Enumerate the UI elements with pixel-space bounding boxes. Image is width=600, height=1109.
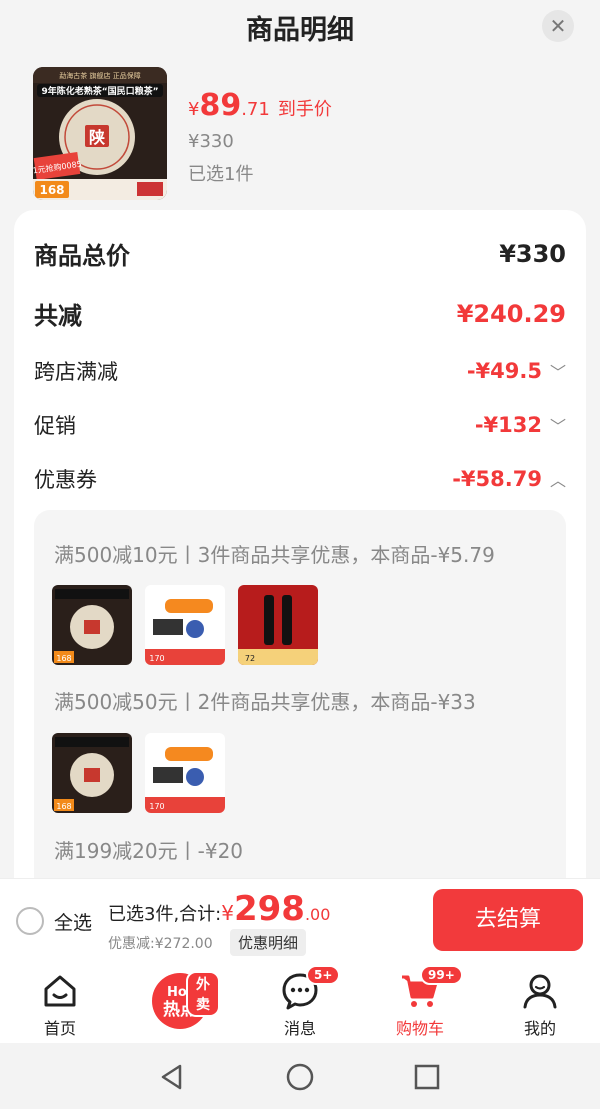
cross-store-discount-value: -¥49.5 — [466, 359, 542, 383]
tab-label: 首页 — [43, 1019, 76, 1038]
takeout-badge: 外卖 — [186, 971, 220, 1017]
system-nav-bar — [0, 1043, 600, 1109]
tab-cart[interactable]: 99+ 购物车 — [380, 965, 463, 1039]
total-reduce-value: ¥240.29 — [456, 299, 566, 328]
tab-label: 消息 — [283, 1019, 316, 1038]
total-price-label: 商品总价 — [34, 242, 130, 270]
thumb-price-tag: 72 — [245, 654, 255, 663]
tab-label: 我的 — [523, 1019, 556, 1038]
total-integer: 298 — [233, 889, 305, 929]
checkout-button[interactable]: 去结算 — [433, 889, 583, 951]
chevron-up-icon[interactable]: ︿ — [550, 467, 566, 491]
deal-price: ¥89.71 到手价 — [188, 88, 332, 123]
tab-home[interactable]: 首页 — [20, 969, 100, 1039]
promotion-label: 促销 — [34, 414, 76, 438]
thumb-grinder[interactable]: 170 — [145, 585, 225, 665]
thumb-tea[interactable]: 168 — [52, 733, 132, 813]
image-price-tag: 168 — [39, 183, 64, 197]
coupon-title: 满500减50元丨2件商品共享优惠，本商品-¥33 — [54, 690, 476, 714]
cross-store-discount-label: 跨店满减 — [34, 360, 118, 384]
total-decimal: .00 — [304, 905, 331, 924]
thumb-tea[interactable]: 168 — [52, 585, 132, 665]
total-currency: ¥ — [221, 901, 234, 925]
total-price-value: ¥330 — [499, 239, 566, 268]
total-price-row: 商品总价 ¥330 — [34, 236, 566, 271]
profile-icon — [523, 974, 557, 1009]
image-top-tags: 勐海古茶 旗舰店 正品保障 — [59, 71, 140, 80]
cross-store-discount-row[interactable]: 跨店满减 -¥49.5 ﹀ — [34, 356, 566, 386]
selected-prefix: 已选3件,合计: — [108, 904, 222, 925]
page-title: 商品明细 — [246, 15, 354, 46]
coupon-value: -¥58.79 — [452, 467, 542, 491]
chevron-down-icon[interactable]: ﹀ — [550, 359, 566, 383]
total-sum: 已选3件,合计:¥298.00 — [108, 889, 330, 929]
promotion-row[interactable]: 促销 -¥132 ﹀ — [34, 410, 566, 440]
recent-apps-icon[interactable] — [413, 1063, 441, 1091]
discount-detail-button[interactable]: 优惠明细 — [230, 929, 307, 956]
home-icon — [44, 975, 76, 1007]
product-detail-sheet: 商品明细 ✕ 勐海古茶 旗舰店 正品保障 9年陈化老熟茶“国民口粮茶” 陕 1元… — [0, 0, 600, 910]
cart-badge: 99+ — [420, 965, 463, 985]
coupon-label: 优惠券 — [34, 468, 97, 492]
coupon-title: 满199减20元丨-¥20 — [54, 839, 244, 863]
thumb-grinder[interactable]: 170 — [145, 733, 225, 813]
original-price: ¥330 — [188, 131, 234, 152]
back-icon[interactable] — [158, 1063, 186, 1091]
tab-label: 购物车 — [395, 1019, 444, 1038]
thumb-price-tag: 168 — [56, 654, 71, 663]
promotion-value: -¥132 — [474, 413, 542, 437]
total-reduce-label: 共减 — [34, 302, 82, 330]
checkout-bar: 全选 已选3件,合计:¥298.00 优惠减:¥272.00 优惠明细 去结算 — [0, 878, 600, 961]
product-image: 勐海古茶 旗舰店 正品保障 9年陈化老熟茶“国民口粮茶” 陕 1元抢购0085 … — [33, 67, 167, 200]
message-badge: 5+ — [306, 965, 341, 985]
total-reduce-row: 共减 ¥240.29 — [34, 296, 566, 331]
tea-product-image: 勐海古茶 旗舰店 正品保障 9年陈化老熟茶“国民口粮茶” 陕 1元抢购0085 … — [33, 67, 167, 200]
select-all-label[interactable]: 全选 — [54, 908, 92, 935]
chevron-down-icon[interactable]: ﹀ — [550, 413, 566, 437]
coupon-title: 满500减10元丨3件商品共享优惠，本商品-¥5.79 — [54, 543, 495, 567]
deal-price-integer: 89 — [199, 88, 242, 123]
tab-profile[interactable]: 我的 — [500, 969, 580, 1039]
select-all-checkbox[interactable] — [16, 907, 44, 935]
thumb-price-tag: 168 — [56, 802, 71, 811]
image-banner-text: 9年陈化老熟茶“国民口粮茶” — [41, 85, 158, 97]
image-stamp-text: 陕 — [89, 128, 105, 147]
tab-bar: 首页 Hot 热点 外卖 5+ 消息 99+ 购物车 我的 — [0, 961, 600, 1043]
coupon-row[interactable]: 优惠券 -¥58.79 ︿ — [34, 464, 566, 494]
coupon-thumbs: 168 170 — [52, 733, 225, 813]
thumb-wine[interactable]: 72 — [238, 585, 318, 665]
tab-hot[interactable]: Hot 热点 外卖 — [140, 969, 220, 1033]
close-icon[interactable]: ✕ — [542, 10, 574, 42]
thumb-price-tag: 170 — [149, 654, 164, 663]
coupon-details: 满500减10元丨3件商品共享优惠，本商品-¥5.79 168 170 72 满… — [34, 510, 566, 910]
discount-text: 优惠减:¥272.00 — [108, 936, 213, 952]
deal-price-decimal: .71 — [241, 99, 270, 120]
tab-messages[interactable]: 5+ 消息 — [260, 965, 341, 1039]
home-nav-icon[interactable] — [286, 1063, 314, 1091]
deal-price-tag: 到手价 — [277, 99, 332, 120]
coupon-thumbs: 168 170 72 — [52, 585, 318, 665]
selected-count: 已选1件 — [188, 164, 254, 185]
thumb-price-tag: 170 — [149, 802, 164, 811]
price-breakdown-card: 商品总价 ¥330 共减 ¥240.29 跨店满减 -¥49.5 ﹀ 促销 -¥1… — [14, 210, 586, 910]
deal-price-currency: ¥ — [188, 99, 200, 120]
